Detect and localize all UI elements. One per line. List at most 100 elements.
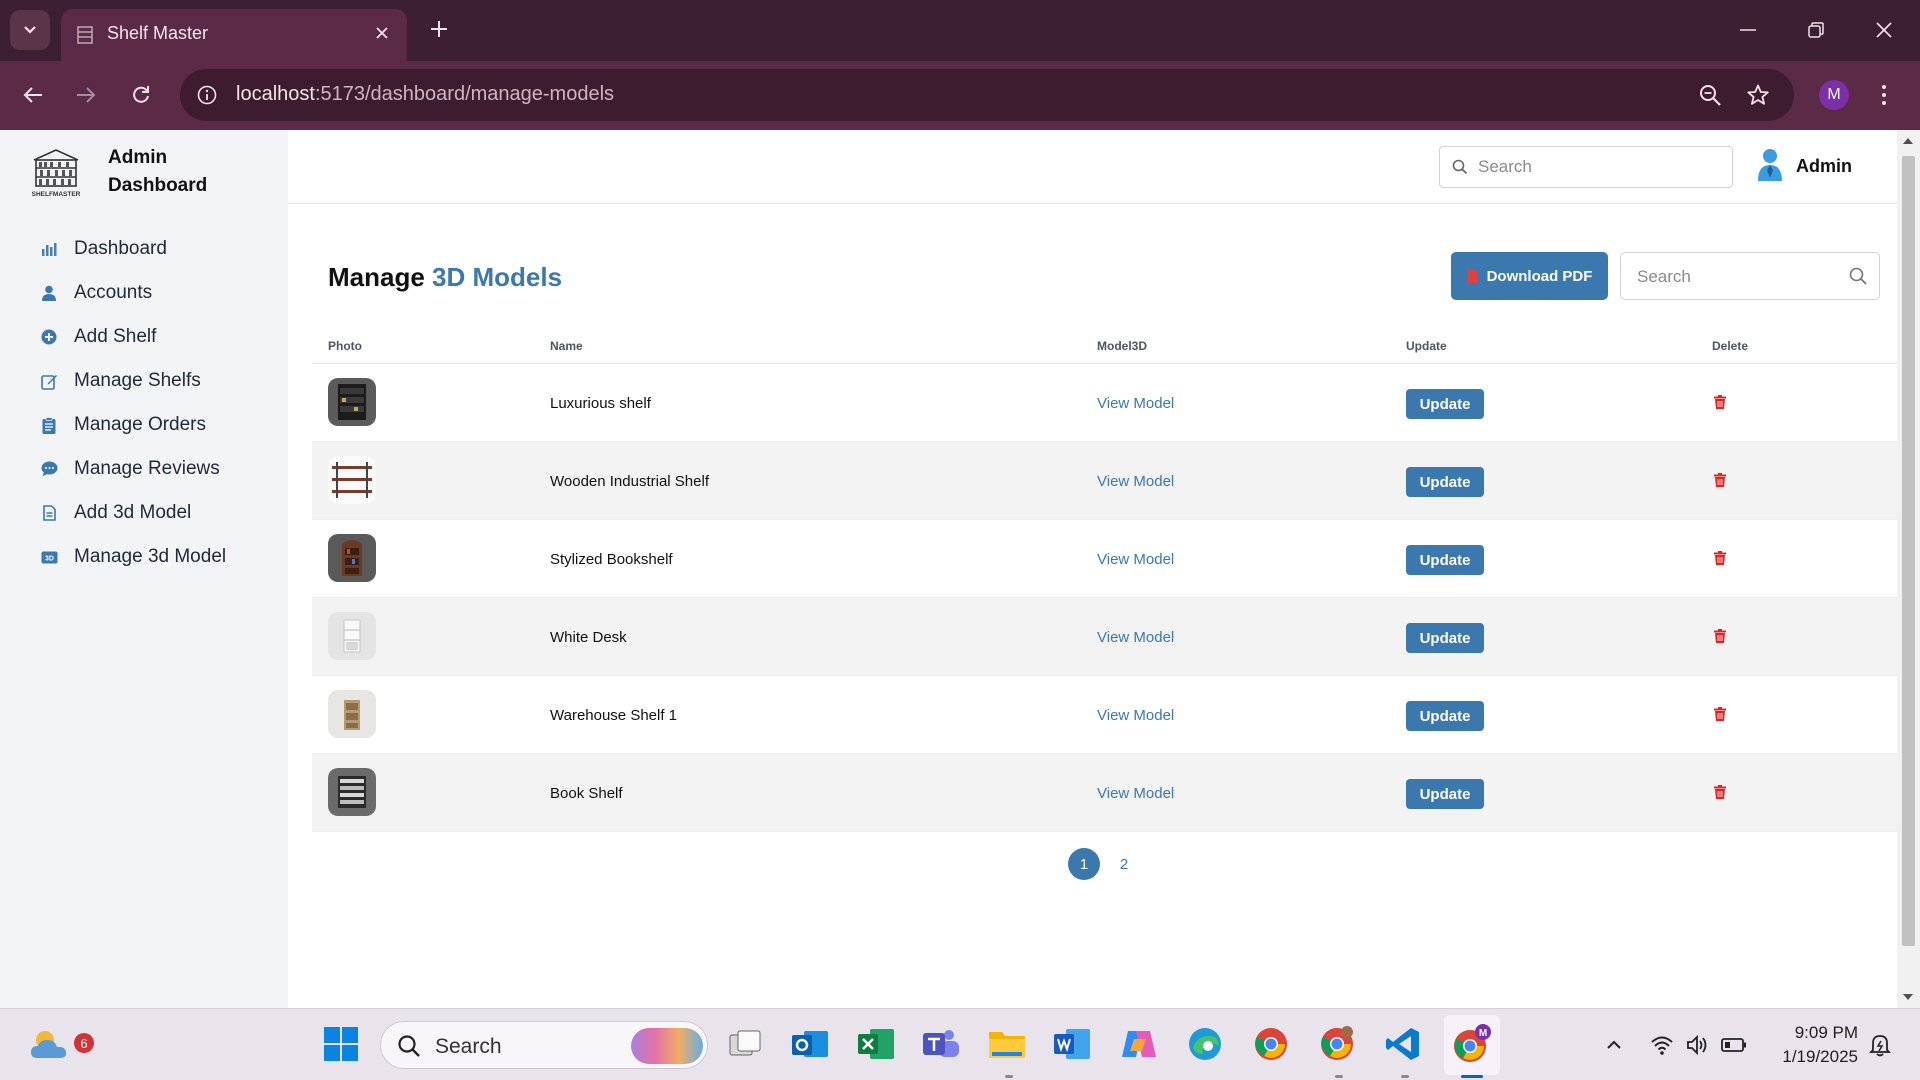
model-search-input[interactable] xyxy=(1637,265,1837,289)
delete-button[interactable] xyxy=(1712,393,1728,411)
excel-app[interactable] xyxy=(856,1023,898,1065)
scroll-down-arrow[interactable] xyxy=(1903,994,1913,1000)
update-button[interactable]: Update xyxy=(1406,389,1484,419)
task-view-button[interactable] xyxy=(724,1023,766,1065)
windows-taskbar: 6 Search M 9:09 PM 1/19/2025 xyxy=(0,1008,1920,1080)
sidebar-item-add-3d-model[interactable]: Add 3d Model xyxy=(40,498,270,528)
sidebar-item-manage-3d-model[interactable]: 3D Manage 3d Model xyxy=(40,542,270,572)
sidebar-item-label: Add Shelf xyxy=(74,326,157,347)
restore-button[interactable] xyxy=(1794,10,1838,50)
volume-status[interactable] xyxy=(1684,1031,1712,1059)
browser-tab[interactable]: Shelf Master xyxy=(61,9,407,61)
copilot-app[interactable] xyxy=(1118,1023,1160,1065)
forward-button[interactable] xyxy=(68,77,104,113)
page-title-accent: 3D Models xyxy=(432,262,563,292)
chrome-active-app[interactable]: M xyxy=(1451,1023,1493,1065)
vscode-app[interactable] xyxy=(1382,1023,1424,1065)
plus-circle-icon xyxy=(40,328,58,346)
page-scrollbar[interactable] xyxy=(1897,130,1920,1008)
site-info-button[interactable] xyxy=(194,82,220,108)
delete-button[interactable] xyxy=(1712,705,1728,723)
clock-date: 1/19/2025 xyxy=(1782,1047,1858,1066)
minimize-icon xyxy=(1740,29,1756,31)
update-button[interactable]: Update xyxy=(1406,545,1484,575)
chrome-profile-app[interactable] xyxy=(1316,1023,1358,1065)
view-model-link[interactable]: View Model xyxy=(1097,629,1174,646)
taskbar-search[interactable]: Search xyxy=(380,1021,708,1069)
weather-widget[interactable]: 6 xyxy=(24,1023,94,1065)
browser-menu-button[interactable] xyxy=(1872,78,1896,112)
table-row: Stylized Bookshelf View Model Update xyxy=(312,520,1897,598)
profile-avatar[interactable]: M xyxy=(1819,80,1849,110)
admin-name[interactable]: Admin xyxy=(1796,156,1852,177)
show-hidden-icons-button[interactable] xyxy=(1600,1031,1628,1059)
back-button[interactable] xyxy=(15,77,51,113)
sidebar-item-manage-orders[interactable]: Manage Orders xyxy=(40,410,270,440)
restore-icon xyxy=(1808,22,1824,38)
close-icon xyxy=(376,27,388,39)
sidebar-item-add-shelf[interactable]: Add Shelf xyxy=(40,322,270,352)
trash-icon xyxy=(1714,551,1726,565)
close-window-button[interactable] xyxy=(1862,10,1906,50)
clipboard-icon xyxy=(40,416,58,434)
scroll-up-arrow[interactable] xyxy=(1903,138,1913,144)
battery-icon xyxy=(1721,1038,1746,1052)
view-model-link[interactable]: View Model xyxy=(1097,707,1174,724)
trash-icon xyxy=(1714,707,1726,721)
minimize-button[interactable] xyxy=(1726,10,1770,50)
chrome-app[interactable] xyxy=(1250,1023,1292,1065)
update-button[interactable]: Update xyxy=(1406,623,1484,653)
new-tab-button[interactable] xyxy=(424,14,454,44)
system-clock[interactable]: 9:09 PM 1/19/2025 xyxy=(1758,1021,1858,1069)
scrollbar-thumb[interactable] xyxy=(1902,156,1915,946)
view-model-link[interactable]: View Model xyxy=(1097,785,1174,802)
zoom-button[interactable] xyxy=(1696,81,1724,109)
edge-app[interactable] xyxy=(1184,1023,1226,1065)
update-button[interactable]: Update xyxy=(1406,779,1484,809)
page-button-2[interactable]: 2 xyxy=(1108,848,1140,880)
edge-icon xyxy=(1189,1028,1221,1060)
notifications-button[interactable] xyxy=(1866,1031,1894,1059)
word-app[interactable] xyxy=(1052,1023,1094,1065)
search-highlight-image xyxy=(631,1028,703,1064)
start-button[interactable] xyxy=(320,1023,362,1065)
view-model-link[interactable]: View Model xyxy=(1097,395,1174,412)
delete-button[interactable] xyxy=(1712,549,1728,567)
update-button[interactable]: Update xyxy=(1406,701,1484,731)
file-explorer-app[interactable] xyxy=(986,1023,1028,1065)
trash-icon xyxy=(1714,473,1726,487)
model-name: Book Shelf xyxy=(550,785,623,802)
bookmark-button[interactable] xyxy=(1744,81,1772,109)
delete-button[interactable] xyxy=(1712,471,1728,489)
teams-app[interactable] xyxy=(920,1023,962,1065)
admin-avatar-icon[interactable] xyxy=(1755,148,1785,182)
url-path: :5173/dashboard/manage-models xyxy=(314,83,615,105)
zoom-icon xyxy=(1700,85,1721,106)
update-button[interactable]: Update xyxy=(1406,467,1484,497)
folder-icon xyxy=(989,1032,1025,1058)
sidebar-item-manage-shelfs[interactable]: Manage Shelfs xyxy=(40,366,270,396)
windows-logo-icon xyxy=(324,1027,358,1061)
vscode-icon xyxy=(1386,1028,1419,1060)
view-model-link[interactable]: View Model xyxy=(1097,551,1174,568)
column-header-photo: Photo xyxy=(328,339,362,353)
tab-close-button[interactable] xyxy=(371,22,393,44)
reload-button[interactable] xyxy=(123,77,159,113)
outlook-app[interactable] xyxy=(790,1023,832,1065)
wifi-status[interactable] xyxy=(1648,1031,1676,1059)
sidebar-item-accounts[interactable]: Accounts xyxy=(40,278,270,308)
delete-button[interactable] xyxy=(1712,783,1728,801)
page-button-1[interactable]: 1 xyxy=(1068,848,1100,880)
sidebar-item-dashboard[interactable]: Dashboard xyxy=(40,234,270,264)
download-pdf-button[interactable]: Download PDF xyxy=(1451,252,1608,300)
header-search-input[interactable] xyxy=(1478,155,1718,179)
sidebar-item-manage-reviews[interactable]: Manage Reviews xyxy=(40,454,270,484)
tab-search-button[interactable] xyxy=(10,10,50,50)
address-bar[interactable]: localhost:5173/dashboard/manage-models xyxy=(180,69,1794,121)
search-icon[interactable] xyxy=(1849,267,1867,285)
brand: SHELFMASTER Admin Dashboard xyxy=(28,142,288,202)
view-model-link[interactable]: View Model xyxy=(1097,473,1174,490)
delete-button[interactable] xyxy=(1712,627,1728,645)
model-thumbnail xyxy=(328,378,376,426)
battery-status[interactable] xyxy=(1720,1031,1748,1059)
